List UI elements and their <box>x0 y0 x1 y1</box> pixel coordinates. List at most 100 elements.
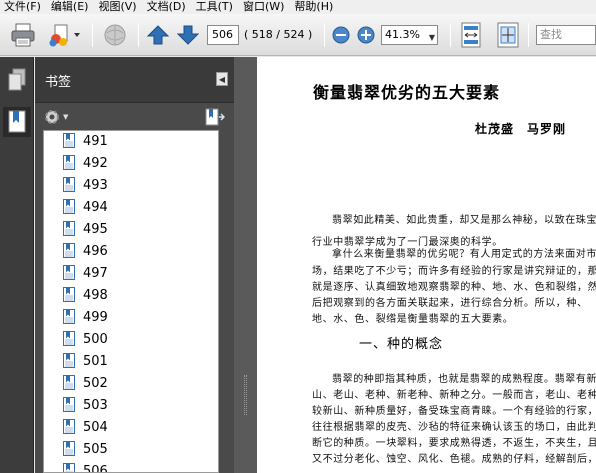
toolbar-separator <box>528 23 529 47</box>
secure-globe-icon <box>104 24 126 46</box>
next-page-button[interactable] <box>176 21 200 49</box>
navigation-strip <box>0 57 34 473</box>
menu-edit[interactable]: 编辑(E) <box>47 0 95 14</box>
search-input[interactable]: 查找 <box>536 25 596 45</box>
bookmark-label: 501 <box>83 354 108 369</box>
bookmarks-title: 书签 <box>45 75 72 90</box>
bookmark-item[interactable]: 499 <box>44 306 218 328</box>
bookmark-expand-icon <box>205 108 226 126</box>
section-heading: 一、种的概念 <box>359 337 444 352</box>
bookmarks-panel: 书签 ◀ ▼ 491 492 493 494 495 496 497 498 499 500 501… <box>35 57 234 473</box>
bookmark-page-icon <box>63 331 75 346</box>
bookmarks-panel-button[interactable] <box>3 107 31 137</box>
bookmark-page-icon <box>63 375 75 390</box>
bookmark-page-icon <box>63 287 75 302</box>
page-number-input[interactable]: 506 <box>207 25 239 45</box>
bookmark-page-icon <box>63 419 75 434</box>
zoom-in-icon <box>357 26 375 44</box>
paragraph-line: 后把观察到的各方面关联起来，进行综合分析。所以，种、 <box>312 298 588 309</box>
bookmark-item[interactable]: 492 <box>44 152 218 174</box>
bookmark-item[interactable]: 501 <box>44 350 218 372</box>
fit-width-icon <box>461 22 481 48</box>
bookmark-item[interactable]: 493 <box>44 174 218 196</box>
fit-width-button[interactable] <box>458 21 484 49</box>
page-count: ( 518 / 524 ) <box>244 28 313 41</box>
bookmark-item[interactable]: 496 <box>44 240 218 262</box>
bookmark-label: 502 <box>83 376 108 391</box>
zoom-level-select[interactable]: 41.3% ▼ <box>381 25 438 45</box>
bookmark-label: 506 <box>83 464 108 473</box>
bookmark-label: 493 <box>83 178 108 193</box>
splitter-grip <box>244 375 247 415</box>
menu-view[interactable]: 视图(V) <box>94 0 142 14</box>
bookmark-label: 503 <box>83 398 108 413</box>
menu-file[interactable]: 文件(F) <box>0 0 47 14</box>
secure-button[interactable] <box>100 21 130 49</box>
bookmark-label: 491 <box>83 134 108 149</box>
bookmark-item[interactable]: 491 <box>44 131 218 152</box>
bookmark-item[interactable]: 498 <box>44 284 218 306</box>
previous-page-button[interactable] <box>146 21 170 49</box>
pages-icon <box>8 68 26 91</box>
paragraph-line: 山、老山、老种、新老种、新种之分。一般而言，老山、老种 <box>312 390 596 401</box>
pages-panel-button[interactable] <box>3 65 31 95</box>
paragraph-line: 断它的种质。一块翠料，要求成熟得透，不返生，不夹生，且 <box>312 438 596 449</box>
bookmark-page-icon <box>63 155 75 170</box>
paragraph-line: 拿什么来衡量翡翠的优劣呢？有人用定式的方法来面对市 <box>332 249 596 260</box>
bookmark-item[interactable]: 503 <box>44 394 218 416</box>
bookmark-options-button[interactable]: ▼ <box>43 108 68 126</box>
bookmark-label: 492 <box>83 156 108 171</box>
paragraph-line: 地、水、色、裂绺是衡量翡翠的五大要素。 <box>312 314 514 325</box>
menu-help[interactable]: 帮助(H) <box>290 0 339 14</box>
bookmark-label: 500 <box>83 332 108 347</box>
bookmark-item[interactable]: 506 <box>44 460 218 473</box>
bookmark-item[interactable]: 494 <box>44 196 218 218</box>
bookmark-icon <box>8 110 26 133</box>
menu-document[interactable]: 文档(D) <box>143 0 192 14</box>
bookmark-item[interactable]: 504 <box>44 416 218 438</box>
print-button[interactable] <box>8 21 38 49</box>
gear-icon <box>45 110 59 124</box>
bookmark-label: 498 <box>83 288 108 303</box>
bookmark-label: 495 <box>83 222 108 237</box>
bookmark-item[interactable]: 505 <box>44 438 218 460</box>
menu-tools[interactable]: 工具(T) <box>192 0 239 14</box>
fit-page-button[interactable] <box>494 21 522 49</box>
bookmark-page-icon <box>63 353 75 368</box>
bookmark-label: 497 <box>83 266 108 281</box>
bookmark-page-icon <box>63 265 75 280</box>
paragraph-line: 就是逐序、认真细致地观察翡翠的种、地、水、色和裂绺，然 <box>312 282 596 293</box>
printer-icon <box>11 23 35 47</box>
collaborate-button[interactable] <box>44 21 84 49</box>
paragraph-line: 较新山、新种质量好，备受珠宝商青睐。一个有经验的行家， <box>312 406 596 417</box>
paragraph-line: 往往根据翡翠的皮壳、沙毡的特征来确认该玉的场口，由此判 <box>312 422 596 433</box>
bookmark-label: 494 <box>83 200 108 215</box>
panel-splitter[interactable] <box>234 57 257 473</box>
paragraph-line: 场，结果吃了不少亏；而许多有经验的行家是讲究辩证的，那 <box>312 266 596 277</box>
bookmark-page-icon <box>63 243 75 258</box>
paragraph-line: 翡翠的种即指其种质，也就是翡翠的成熟程度。翡翠有新 <box>332 374 596 385</box>
collaborate-icon <box>49 24 80 47</box>
expand-bookmark-button[interactable] <box>205 108 226 129</box>
article-authors: 杜茂盛 马罗刚 <box>475 122 567 136</box>
bookmark-page-icon <box>63 221 75 236</box>
zoom-in-button[interactable] <box>356 21 376 49</box>
bookmark-label: 496 <box>83 244 108 259</box>
collapse-panel-button[interactable]: ◀ <box>216 72 228 86</box>
bookmark-item[interactable]: 500 <box>44 328 218 350</box>
menu-bar: 文件(F) 编辑(E) 视图(V) 文档(D) 工具(T) 窗口(W) 帮助(H… <box>0 0 596 14</box>
zoom-out-icon <box>332 26 350 44</box>
menu-window[interactable]: 窗口(W) <box>239 0 290 14</box>
toolbar-separator <box>92 23 93 47</box>
bookmark-item[interactable]: 495 <box>44 218 218 240</box>
chevron-down-icon: ▼ <box>63 113 69 121</box>
paragraph-line: 又不过分老化、蚀空、风化、色褪。成熟的仔料，经解剖后， <box>312 454 596 465</box>
zoom-out-button[interactable] <box>331 21 351 49</box>
bookmark-item[interactable]: 497 <box>44 262 218 284</box>
bookmarks-toolbar: ▼ <box>35 104 234 130</box>
bookmark-item[interactable]: 502 <box>44 372 218 394</box>
toolbar-separator <box>450 23 451 47</box>
bookmark-label: 504 <box>83 420 108 435</box>
bookmark-page-icon <box>63 133 75 148</box>
bookmarks-header: 书签 ◀ <box>35 57 234 103</box>
